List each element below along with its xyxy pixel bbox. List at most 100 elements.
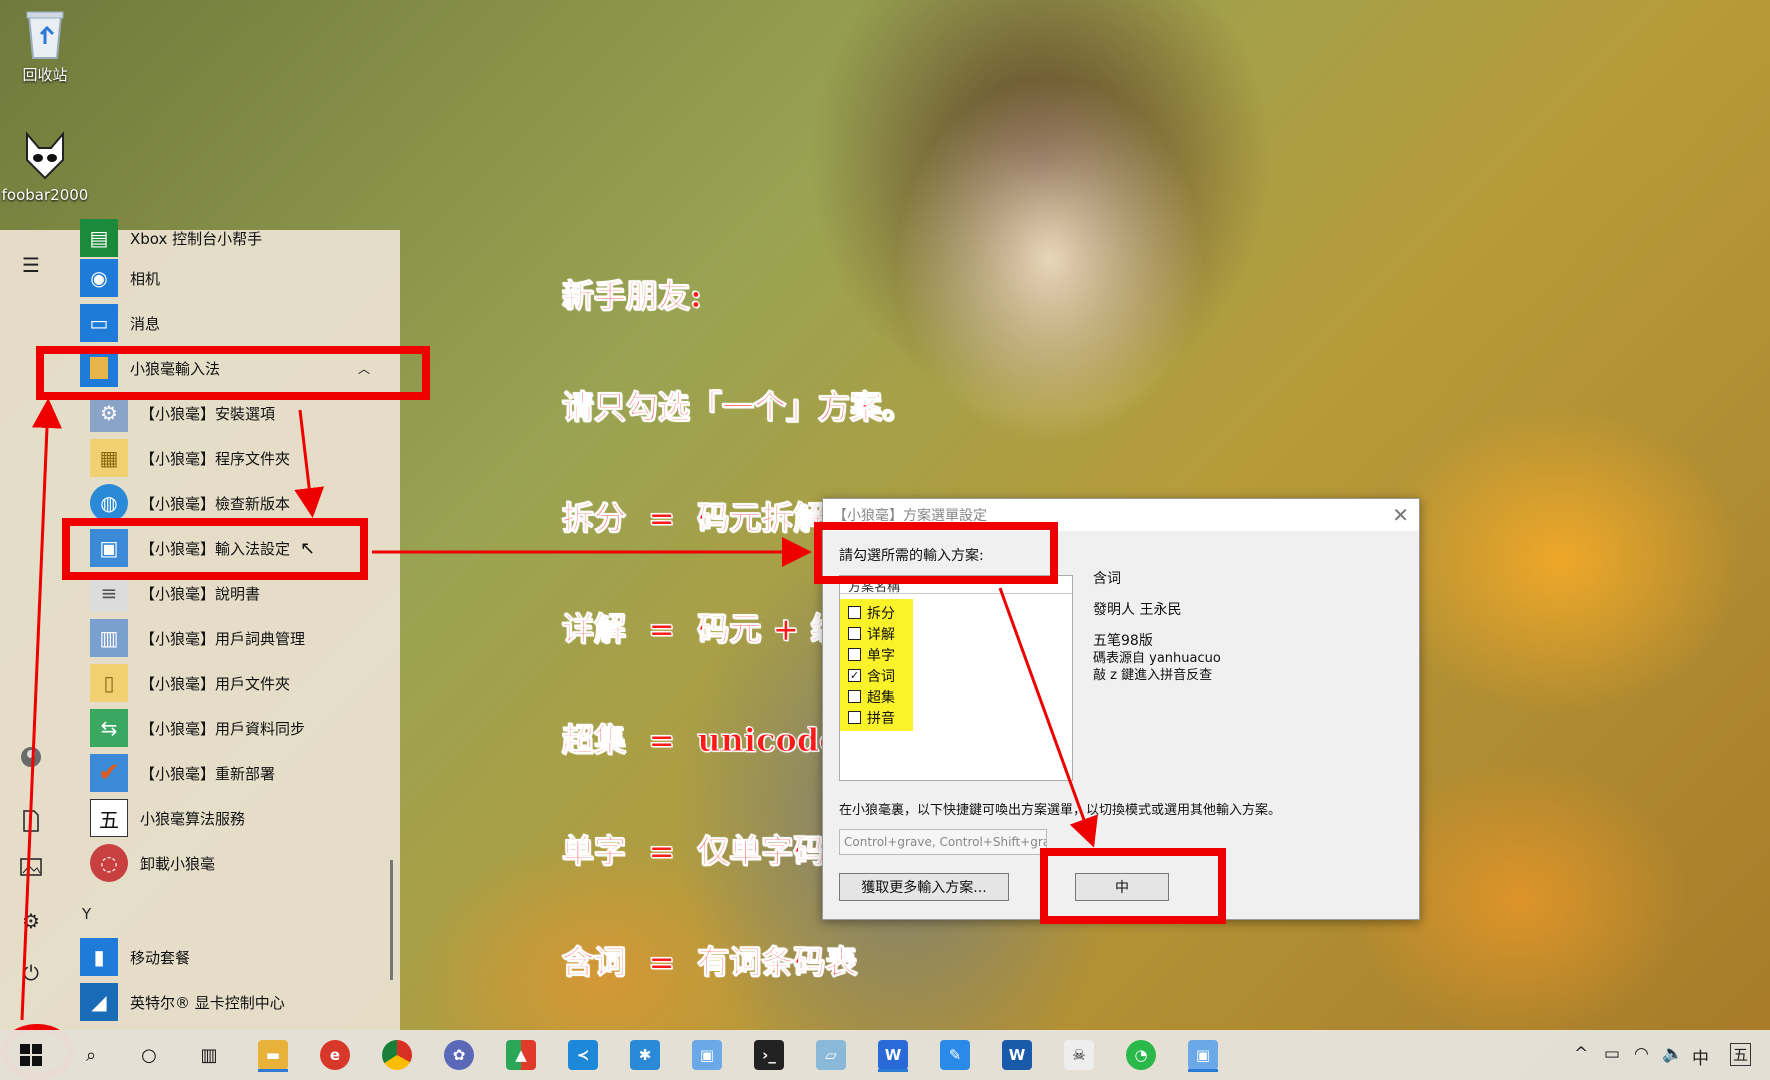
wechat-icon[interactable]: ◔ [1124,1038,1158,1072]
task-view-icon[interactable]: ▥ [192,1038,226,1072]
hamburger-menu-icon[interactable]: ☰ [14,250,48,280]
schema-label: 详解 [867,626,895,643]
vscode-icon[interactable]: ≺ [566,1038,600,1072]
hotkey-field[interactable]: Control+grave, Control+Shift+grave, [839,829,1047,855]
pictures-icon[interactable] [14,852,48,882]
vpn-icon[interactable]: ▲ [504,1038,538,1072]
terminal-icon[interactable]: ›_ [752,1038,786,1072]
app-label: 【小狼毫】重新部署 [140,764,276,783]
word-icon[interactable]: W [1000,1038,1034,1072]
intel-graphics-icon: ◢ [80,983,118,1021]
more-schemas-button[interactable]: 獲取更多輸入方案... [839,873,1009,901]
app-label: 卸載小狼毫 [140,854,216,873]
schema-checkbox[interactable]: 拆分 [848,602,895,623]
chrome-icon[interactable] [380,1038,414,1072]
checkbox-checked[interactable]: ✓ [848,669,861,682]
app-mobile-plan[interactable]: ▮ 移动套餐 [80,935,190,979]
schema-checkbox[interactable]: 拼音 [848,707,895,728]
hotkey-note: 在小狼毫裏，以下快捷鍵可喚出方案選單，以切換模式或選用其他輸入方案。 [839,803,1282,818]
desktop-icon-label: 回收站 [22,66,68,84]
schema-description: 五笔98版 [1093,633,1153,649]
battery-icon[interactable]: ▭ [1604,1044,1620,1064]
file-explorer-icon[interactable]: ▬ [256,1038,290,1072]
schema-label: 单字 [867,647,895,664]
app-label: 消息 [130,314,161,333]
everything-icon[interactable]: e [318,1038,352,1072]
close-icon[interactable]: ✕ [1392,503,1409,527]
schema-label: 拆分 [867,605,895,622]
dictionary-icon: ▥ [90,619,128,657]
app-label: 移动套餐 [130,948,191,967]
ime-mode-indicator[interactable]: 中 [1692,1044,1709,1069]
schema-description: 碼表源自 yanhuacuo [1093,651,1221,666]
checkbox[interactable] [848,648,861,661]
checkbox[interactable] [848,711,861,724]
schema-list[interactable]: 方案名稱 拆分 详解 单字 ✓ 含词 超集 拼音 [839,575,1073,781]
annotation-line: 新手朋友: [562,277,703,315]
feishu-icon[interactable]: ✎ [938,1038,972,1072]
scrollbar[interactable] [390,860,393,980]
schema-name: 含词 [1093,571,1121,587]
checkbox[interactable] [848,690,861,703]
annotation-line: 含词 = 有词条码表 [562,943,858,981]
desktop-icon-label: foobar2000 [1,186,89,204]
schema-label: 拼音 [867,710,895,727]
documents-icon[interactable] [14,806,48,836]
app-sub-item[interactable]: ▯ 【小狼毫】用戶文件夾 [90,661,290,705]
app-label: 【小狼毫】用戶詞典管理 [140,629,306,648]
app-label: Xbox 控制台小帮手 [130,229,263,248]
uninstall-icon: ◌ [90,844,128,882]
folder-icon: ▦ [90,439,128,477]
app-sub-item[interactable]: 五 小狼毫算法服務 [90,796,245,840]
app-label: 【小狼毫】檢查新版本 [140,494,291,513]
schema-checkbox[interactable]: 超集 [848,686,895,707]
app-messages[interactable]: ▭ 消息 [80,301,160,345]
settings-gear-icon[interactable]: ⚙ [14,906,48,936]
app-hexagon-icon[interactable]: ✿ [442,1038,476,1072]
schema-checkbox[interactable]: 详解 [848,623,895,644]
foobar-icon[interactable]: ☠ [1062,1038,1096,1072]
bluetooth-icon[interactable]: ✱ [628,1038,662,1072]
schema-checkbox[interactable]: ✓ 含词 [848,665,895,686]
app-sub-item[interactable]: ⇆ 【小狼毫】用戶資料同步 [90,706,305,750]
desktop-icon-recycle-bin[interactable]: 回收站 [0,8,90,85]
app-label: 相机 [130,269,161,288]
power-icon[interactable]: ⏻ [14,958,48,988]
cortana-icon[interactable]: ○ [132,1038,166,1072]
schema-checkbox[interactable]: 单字 [848,644,895,665]
app-label: 【小狼毫】用戶資料同步 [140,719,306,738]
camera-icon: ◉ [80,259,118,297]
app-intel-graphics[interactable]: ◢ 英特尔® 显卡控制中心 [80,980,285,1024]
section-letter[interactable]: Y [82,905,91,923]
schema-inventor: 發明人 王永民 [1093,602,1182,618]
app-label: 小狼毫算法服務 [140,809,246,828]
chevron-up-icon[interactable]: ^ [1574,1044,1588,1064]
weasel-active-icon[interactable]: ▣ [1186,1038,1220,1072]
taskbar: ⌕ ○ ▥ ▬ e ✿ ▲ ≺ ✱ ▣ ›_ ▱ W ✎ W ☠ ◔ ▣ ^ ▭… [0,1030,1770,1080]
annotation-box-ok [1040,848,1226,924]
desktop-icon-foobar2000[interactable]: foobar2000 [0,130,90,204]
app-camera[interactable]: ◉ 相机 [80,256,160,300]
volume-icon[interactable]: 🔈 [1662,1044,1683,1064]
folder-icon: ▯ [90,664,128,702]
windows-start-icon[interactable] [14,1038,48,1072]
weasel-settings-icon[interactable]: ▣ [690,1038,724,1072]
schema-label: 超集 [867,689,895,706]
wps-writer-icon[interactable]: W [876,1038,910,1072]
app-sub-item[interactable]: ◌ 卸載小狼毫 [90,841,215,885]
notes-icon[interactable]: ▱ [814,1038,848,1072]
wifi-icon[interactable]: ◠ [1634,1044,1649,1064]
app-sub-item[interactable]: ▦ 【小狼毫】程序文件夾 [90,436,290,480]
app-sub-item[interactable]: ▥ 【小狼毫】用戶詞典管理 [90,616,305,660]
app-xbox[interactable]: ▤ Xbox 控制台小帮手 [80,216,262,260]
checkbox[interactable] [848,627,861,640]
app-label: 【小狼毫】說明書 [140,584,261,603]
app-sub-item[interactable]: ✔ 【小狼毫】重新部署 [90,751,275,795]
annotation-box-folder [36,346,430,400]
ime-schema-indicator[interactable]: 五 [1730,1043,1752,1066]
search-icon[interactable]: ⌕ [74,1038,108,1072]
app-label: 英特尔® 显卡控制中心 [130,993,285,1012]
xbox-icon: ▤ [80,219,118,257]
user-avatar-icon[interactable] [14,742,48,772]
checkbox[interactable] [848,606,861,619]
